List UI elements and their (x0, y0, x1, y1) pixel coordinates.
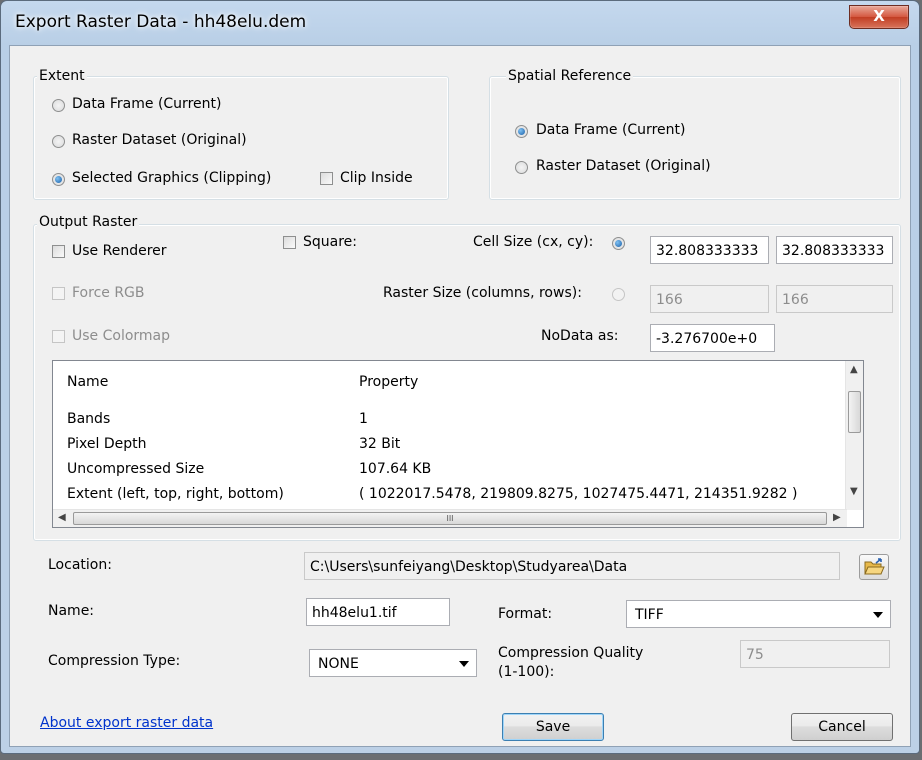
list-item-value: 107.64 KB (359, 461, 432, 477)
vertical-scrollbar[interactable]: ▲ ▼ (845, 361, 863, 510)
force-rgb-label: Force RGB (72, 285, 145, 301)
cancel-button[interactable]: Cancel (791, 713, 893, 741)
use-colormap-label: Use Colormap (72, 328, 171, 344)
raster-size-radio[interactable] (612, 288, 625, 301)
compression-type-label: Compression Type: (48, 653, 181, 669)
sr-data-frame-label[interactable]: Data Frame (Current) (536, 122, 685, 138)
nodata-label: NoData as: (541, 328, 619, 344)
browse-location-button[interactable] (859, 554, 889, 580)
compression-quality-label: Compression Quality (498, 645, 644, 661)
format-select[interactable]: TIFF (626, 600, 891, 628)
format-label: Format: (498, 606, 553, 622)
spatial-reference-group (489, 76, 901, 200)
cell-cy-input[interactable]: 32.808333333 (776, 236, 893, 264)
sr-raster-dataset-radio[interactable] (515, 161, 528, 174)
compression-type-value: NONE (318, 656, 359, 672)
extent-raster-dataset-radio[interactable] (52, 135, 65, 148)
list-item-value: 1 (359, 411, 368, 427)
compression-quality-range-label: (1-100): (498, 664, 555, 680)
columns-input[interactable]: 166 (650, 285, 769, 313)
raster-size-label: Raster Size (columns, rows): (383, 285, 582, 301)
output-raster-title: Output Raster (37, 214, 140, 230)
horizontal-scrollbar[interactable]: ◀ III ▶ (53, 509, 847, 527)
compression-type-select[interactable]: NONE (309, 649, 477, 677)
name-input[interactable]: hh48elu1.tif (306, 598, 450, 626)
use-colormap-checkbox[interactable] (52, 330, 65, 343)
extent-data-frame-radio[interactable] (52, 99, 65, 112)
scroll-down-icon[interactable]: ▼ (850, 486, 858, 497)
list-item-value: ( 1022017.5478, 219809.8275, 1027475.447… (359, 486, 798, 502)
close-button[interactable]: X (849, 5, 909, 29)
column-header-property[interactable]: Property (359, 374, 418, 390)
save-button[interactable]: Save (502, 713, 604, 741)
sr-data-frame-radio[interactable] (515, 125, 528, 138)
use-renderer-checkbox[interactable] (52, 245, 65, 258)
extent-selected-graphics-radio[interactable] (52, 173, 65, 186)
list-item-name: Extent (left, top, right, bottom) (67, 486, 284, 502)
scroll-up-icon[interactable]: ▲ (850, 364, 858, 375)
about-export-link[interactable]: About export raster data (40, 715, 213, 731)
extent-data-frame-label[interactable]: Data Frame (Current) (72, 96, 221, 112)
compression-quality-input[interactable]: 75 (740, 640, 890, 668)
cell-cx-input[interactable]: 32.808333333 (650, 236, 769, 264)
folder-open-icon (864, 558, 885, 575)
extent-raster-dataset-label[interactable]: Raster Dataset (Original) (72, 132, 247, 148)
square-label[interactable]: Square: (303, 234, 357, 250)
list-item-name: Pixel Depth (67, 436, 147, 452)
list-item-name: Uncompressed Size (67, 461, 205, 477)
scroll-right-icon[interactable]: ▶ (833, 512, 841, 523)
rows-input[interactable]: 166 (776, 285, 893, 313)
extent-selected-graphics-label[interactable]: Selected Graphics (Clipping) (72, 170, 271, 186)
nodata-input[interactable]: -3.276700e+0 (650, 324, 775, 352)
location-label: Location: (48, 557, 112, 573)
chevron-down-icon (873, 612, 883, 618)
force-rgb-checkbox[interactable] (52, 287, 65, 300)
vertical-scroll-thumb[interactable] (848, 391, 861, 433)
sr-raster-dataset-label[interactable]: Raster Dataset (Original) (536, 158, 711, 174)
chevron-down-icon (459, 661, 469, 667)
extent-title: Extent (37, 68, 87, 84)
format-value: TIFF (635, 607, 664, 623)
use-renderer-label[interactable]: Use Renderer (72, 243, 167, 259)
name-label: Name: (48, 603, 95, 619)
cell-size-radio[interactable] (612, 237, 625, 250)
location-input[interactable]: C:\Users\sunfeiyang\Desktop\Studyarea\Da… (304, 552, 840, 580)
column-header-name[interactable]: Name (67, 374, 108, 390)
clip-inside-checkbox[interactable] (320, 172, 333, 185)
raster-properties-list[interactable]: Name Property Bands 1 Pixel Depth 32 Bit… (52, 360, 864, 528)
scroll-left-icon[interactable]: ◀ (58, 512, 66, 523)
square-checkbox[interactable] (283, 236, 296, 249)
cell-size-label: Cell Size (cx, cy): (473, 234, 594, 250)
window-title: Export Raster Data - hh48elu.dem (15, 12, 307, 32)
clip-inside-label[interactable]: Clip Inside (340, 170, 413, 186)
spatial-reference-title: Spatial Reference (506, 68, 634, 84)
list-item-name: Bands (67, 411, 111, 427)
horizontal-scroll-thumb[interactable]: III (73, 512, 827, 525)
list-item-value: 32 Bit (359, 436, 401, 452)
